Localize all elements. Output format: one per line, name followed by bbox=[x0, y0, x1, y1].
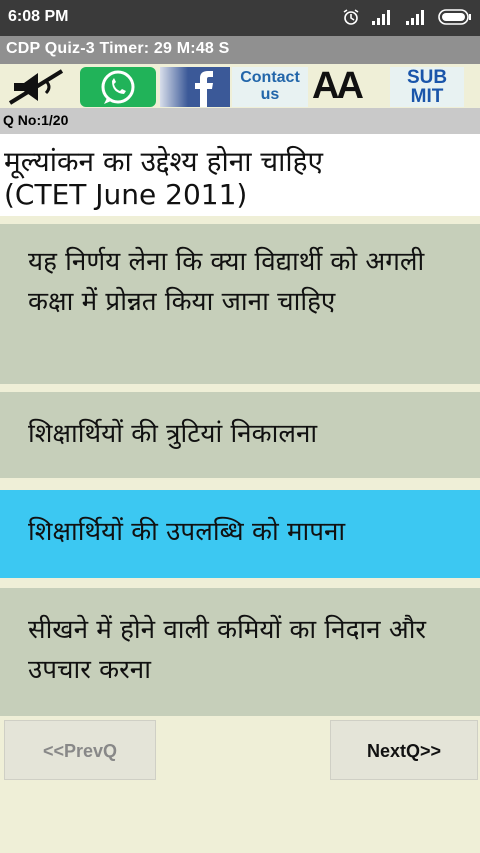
option-1-text: यह निर्णय लेना कि क्या विद्यार्थी को अगल… bbox=[28, 247, 425, 317]
question-number: Q No:1/20 bbox=[3, 112, 69, 128]
speaker-muted-icon bbox=[8, 69, 64, 105]
option-3-selected[interactable]: शिक्षार्थियों की उपलब्धि को मापना bbox=[0, 490, 480, 578]
submit-label-line2: MIT bbox=[410, 86, 444, 107]
option-3-text: शिक्षार्थियों की उपलब्धि को मापना bbox=[28, 517, 346, 547]
question-panel: मूल्यांकन का उद्देश्य होना चाहिए (CTET J… bbox=[0, 134, 480, 216]
contact-us-button[interactable]: Contact us bbox=[232, 67, 308, 107]
facebook-icon bbox=[160, 67, 230, 107]
status-bar: 6:08 PM bbox=[0, 0, 480, 36]
mute-button[interactable] bbox=[4, 67, 74, 107]
toolbar: Contact us AA SUB MIT bbox=[0, 64, 480, 108]
contact-label-line2: us bbox=[260, 86, 280, 103]
option-4[interactable]: सीखने में होने वाली कमियों का निदान और उ… bbox=[0, 588, 480, 716]
whatsapp-share-button[interactable] bbox=[80, 67, 156, 107]
font-size-button[interactable]: AA bbox=[310, 65, 386, 107]
contact-label-line1: Contact bbox=[240, 69, 300, 86]
next-question-button[interactable]: NextQ>> bbox=[330, 720, 478, 780]
app-title-bar: CDP Quiz-3 Timer: 29 M:48 S bbox=[0, 36, 480, 64]
status-icons bbox=[342, 8, 472, 26]
option-4-text: सीखने में होने वाली कमियों का निदान और उ… bbox=[28, 615, 427, 685]
option-2-text: शिक्षार्थियों की त्रुटियां निकालना bbox=[28, 419, 318, 449]
question-number-bar: Q No:1/20 bbox=[0, 108, 480, 134]
prev-question-button[interactable]: <<PrevQ bbox=[4, 720, 156, 780]
alarm-icon bbox=[343, 9, 359, 25]
facebook-share-button[interactable] bbox=[160, 67, 230, 107]
status-time: 6:08 PM bbox=[8, 8, 69, 25]
question-source: (CTET June 2011) bbox=[4, 178, 248, 211]
submit-button[interactable]: SUB MIT bbox=[390, 67, 464, 107]
option-1[interactable]: यह निर्णय लेना कि क्या विद्यार्थी को अगल… bbox=[0, 224, 480, 384]
next-label: NextQ>> bbox=[366, 741, 442, 761]
quiz-title-timer: CDP Quiz-3 Timer: 29 M:48 S bbox=[6, 40, 230, 57]
prev-label: <<PrevQ bbox=[42, 741, 118, 761]
signal-icon bbox=[372, 10, 390, 25]
question-text: मूल्यांकन का उद्देश्य होना चाहिए bbox=[4, 145, 324, 178]
signal-icon-2 bbox=[406, 10, 424, 25]
option-2[interactable]: शिक्षार्थियों की त्रुटियां निकालना bbox=[0, 392, 480, 478]
font-size-label: AA bbox=[312, 65, 364, 107]
whatsapp-icon bbox=[80, 67, 156, 107]
battery-icon bbox=[438, 9, 471, 25]
